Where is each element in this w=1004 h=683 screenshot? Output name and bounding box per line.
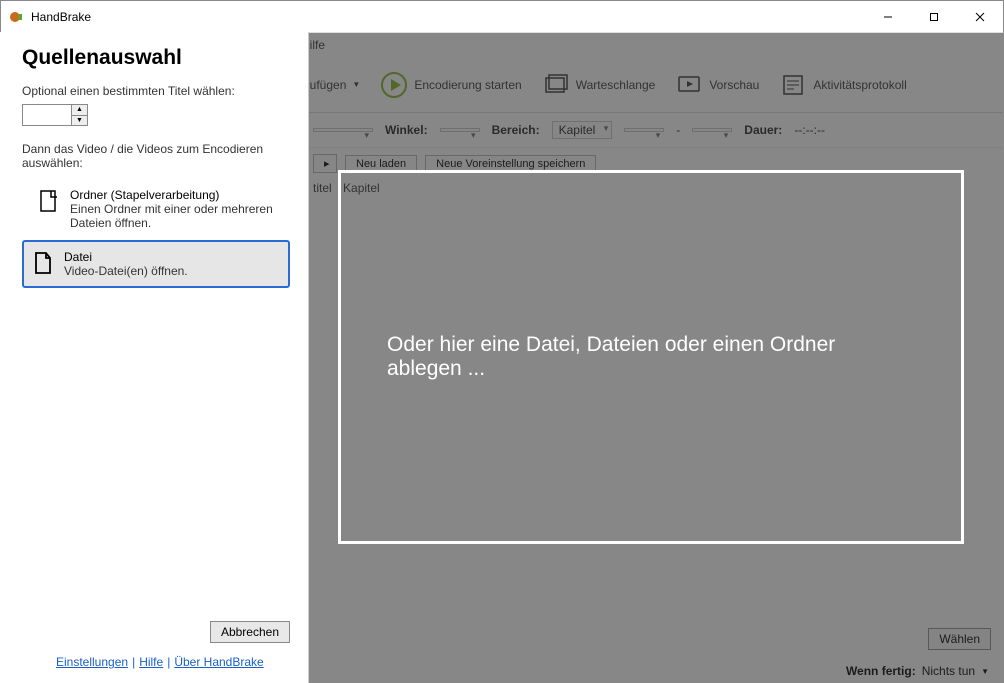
select-source-hint: Dann das Video / die Videos zum Encodier… (22, 142, 290, 170)
source-option-file[interactable]: Datei Video-Datei(en) öffnen. (22, 240, 290, 288)
maximize-button[interactable] (911, 1, 957, 32)
status-row: Wenn fertig: Nichts tun ▼ (846, 664, 989, 678)
title-input[interactable] (23, 105, 71, 125)
bottom-row: Wählen (928, 628, 991, 650)
duration-value: --:--:-- (794, 123, 825, 137)
app-title: HandBrake (31, 10, 865, 24)
drop-zone-message: Oder hier eine Datei, Dateien oder einen… (387, 333, 915, 381)
source-heading: Quellenauswahl (22, 46, 290, 70)
range-select[interactable]: Kapitel (552, 121, 613, 139)
range-from[interactable] (624, 128, 664, 132)
chevron-down-icon: ▼ (981, 667, 989, 676)
folder-option-title: Ordner (Stapelverarbeitung) (70, 188, 282, 202)
cancel-button[interactable]: Abbrechen (210, 621, 290, 643)
optional-title-hint: Optional einen bestimmten Titel wählen: (22, 84, 290, 98)
toolbar-start-label: Encodierung starten (414, 78, 521, 92)
toolbar-preview[interactable]: Vorschau (667, 67, 767, 103)
params-row: Winkel: Bereich: Kapitel - Dauer: --:--:… (301, 113, 1003, 148)
toolbar-queue[interactable]: Warteschlange (534, 67, 664, 103)
choose-button[interactable]: Wählen (928, 628, 991, 650)
link-about[interactable]: Über HandBrake (174, 655, 263, 669)
title-select[interactable] (313, 128, 373, 132)
source-panel: Quellenauswahl Optional einen bestimmten… (0, 32, 309, 683)
file-option-desc: Video-Datei(en) öffnen. (64, 264, 188, 278)
preview-icon (675, 71, 703, 99)
footer-links: Einstellungen|Hilfe|Über HandBrake (22, 655, 264, 669)
when-done-label: Wenn fertig: (846, 664, 916, 678)
toolbar-start[interactable]: Encodierung starten (372, 67, 529, 103)
drop-zone[interactable]: Oder hier eine Datei, Dateien oder einen… (338, 170, 964, 544)
activity-icon (779, 71, 807, 99)
link-settings[interactable]: Einstellungen (56, 655, 128, 669)
title-spinner[interactable]: ▲▼ (22, 104, 88, 126)
range-label: Bereich: (492, 123, 540, 137)
range-dash: - (676, 123, 680, 137)
duration-label: Dauer: (744, 123, 782, 137)
link-help[interactable]: Hilfe (139, 655, 163, 669)
toolbar-activity[interactable]: Aktivitätsprotokoll (771, 67, 914, 103)
toolbar-queue-label: Warteschlange (576, 78, 656, 92)
file-icon (32, 250, 54, 276)
toolbar-activity-label: Aktivitätsprotokoll (813, 78, 906, 92)
spinner-arrows[interactable]: ▲▼ (71, 105, 87, 125)
close-button[interactable] (957, 1, 1003, 32)
minimize-button[interactable] (865, 1, 911, 32)
angle-select[interactable] (440, 128, 480, 132)
folder-icon (38, 188, 60, 214)
app-icon (9, 9, 25, 25)
tab-title[interactable]: titel (313, 181, 332, 195)
file-option-title: Datei (64, 250, 188, 264)
chevron-down-icon: ▼ (352, 80, 360, 89)
preset-expand[interactable]: ▸ (313, 154, 337, 173)
titlebar: HandBrake (1, 1, 1003, 33)
window-controls (865, 1, 1003, 32)
toolbar-preview-label: Vorschau (709, 78, 759, 92)
angle-label: Winkel: (385, 123, 428, 137)
range-to[interactable] (692, 128, 732, 132)
when-done-value[interactable]: Nichts tun (922, 664, 975, 678)
source-option-folder[interactable]: Ordner (Stapelverarbeitung) Einen Ordner… (24, 180, 290, 238)
queue-icon (542, 71, 570, 99)
play-icon (380, 71, 408, 99)
folder-option-desc: Einen Ordner mit einer oder mehreren Dat… (70, 202, 282, 230)
